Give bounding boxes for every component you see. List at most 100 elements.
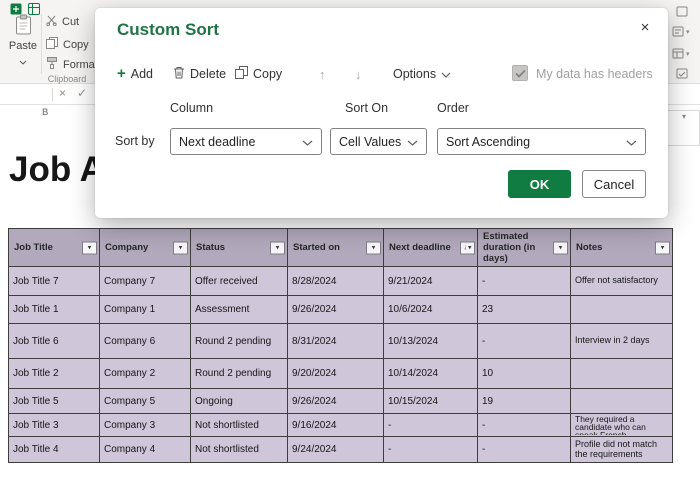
- cell-notes[interactable]: [570, 388, 673, 414]
- cell-estimated-duration[interactable]: -: [477, 266, 571, 296]
- cell-started-on[interactable]: 8/31/2024: [287, 323, 384, 359]
- filter-button[interactable]: ▾: [82, 241, 97, 254]
- cell-status[interactable]: Ongoing: [190, 388, 288, 414]
- cell-notes[interactable]: They required a candidate who can speak …: [570, 413, 673, 437]
- copy-level-button[interactable]: Copy: [235, 65, 282, 83]
- cell-job-title[interactable]: Job Title 2: [8, 358, 100, 389]
- sort-on-dropdown[interactable]: Cell Values: [330, 128, 427, 155]
- cell-notes[interactable]: Profile did not match the requirements: [570, 436, 673, 463]
- cell-notes[interactable]: Offer not satisfactory: [570, 266, 673, 296]
- cell-status[interactable]: Offer received: [190, 266, 288, 296]
- sort-on-label: Sort On: [345, 101, 389, 115]
- cut-button[interactable]: Cut: [46, 15, 79, 29]
- copy-button[interactable]: Copy: [46, 37, 89, 52]
- cell-notes[interactable]: [570, 358, 673, 389]
- column-dropdown[interactable]: Next deadline: [170, 128, 322, 155]
- ribbon-icon[interactable]: [676, 68, 688, 79]
- cell-status[interactable]: Round 2 pending: [190, 323, 288, 359]
- cell-status[interactable]: Not shortlisted: [190, 413, 288, 437]
- options-button[interactable]: Options: [393, 65, 451, 83]
- cell-job-title[interactable]: Job Title 1: [8, 295, 100, 324]
- plus-icon: +: [117, 65, 126, 82]
- format-painter-label: Format: [63, 58, 98, 71]
- cell-estimated-duration[interactable]: -: [477, 323, 571, 359]
- confirm-entry-icon[interactable]: ✓: [77, 86, 87, 100]
- column-header-b[interactable]: B: [42, 107, 48, 118]
- ribbon-icon[interactable]: ▾: [672, 48, 690, 59]
- header-job-title[interactable]: Job Title ▾: [8, 228, 100, 267]
- cell-status[interactable]: Assessment: [190, 295, 288, 324]
- copy-label: Copy: [63, 38, 89, 51]
- header-company[interactable]: Company ▾: [99, 228, 191, 267]
- move-up-button[interactable]: ↑: [319, 65, 326, 83]
- table-row: Job Title 7 Company 7 Offer received 8/2…: [8, 266, 673, 296]
- header-label: Estimated duration (in days): [483, 231, 536, 264]
- format-painter-button[interactable]: Format: [46, 57, 98, 72]
- cell-company[interactable]: Company 1: [99, 295, 191, 324]
- order-dropdown[interactable]: Sort Ascending: [437, 128, 646, 155]
- cell-next-deadline[interactable]: 10/14/2024: [383, 358, 478, 389]
- header-notes[interactable]: Notes ▾: [570, 228, 673, 267]
- cell-started-on[interactable]: 9/24/2024: [287, 436, 384, 463]
- chevron-down-icon: [6, 53, 40, 68]
- cell-job-title[interactable]: Job Title 6: [8, 323, 100, 359]
- cell-job-title[interactable]: Job Title 5: [8, 388, 100, 414]
- cancel-entry-icon[interactable]: ×: [59, 86, 66, 100]
- cell-started-on[interactable]: 8/28/2024: [287, 266, 384, 296]
- cell-estimated-duration[interactable]: 23: [477, 295, 571, 324]
- cell-company[interactable]: Company 7: [99, 266, 191, 296]
- cell-started-on[interactable]: 9/26/2024: [287, 388, 384, 414]
- header-label: Job Title: [14, 242, 53, 253]
- header-next-deadline[interactable]: Next deadline ↓ ▾: [383, 228, 478, 267]
- cell-job-title[interactable]: Job Title 7: [8, 266, 100, 296]
- cell-next-deadline[interactable]: 9/21/2024: [383, 266, 478, 296]
- delete-level-button[interactable]: Delete: [173, 65, 226, 83]
- cell-status[interactable]: Not shortlisted: [190, 436, 288, 463]
- ok-button[interactable]: OK: [508, 170, 571, 198]
- header-label: Started on: [293, 242, 340, 253]
- cell-estimated-duration[interactable]: -: [477, 436, 571, 463]
- cell-started-on[interactable]: 9/16/2024: [287, 413, 384, 437]
- cell-estimated-duration[interactable]: -: [477, 413, 571, 437]
- cell-job-title[interactable]: Job Title 4: [8, 436, 100, 463]
- my-data-has-headers-checkbox[interactable]: [512, 65, 528, 81]
- cell-notes[interactable]: Interview in 2 days: [570, 323, 673, 359]
- cell-started-on[interactable]: 9/20/2024: [287, 358, 384, 389]
- close-button[interactable]: ×: [632, 14, 658, 40]
- filter-button[interactable]: ▾: [173, 241, 188, 254]
- scissors-icon: [46, 15, 57, 29]
- cell-notes[interactable]: [570, 295, 673, 324]
- cell-started-on[interactable]: 9/26/2024: [287, 295, 384, 324]
- cell-company[interactable]: Company 6: [99, 323, 191, 359]
- filter-sorted-button[interactable]: ↓ ▾: [460, 241, 475, 254]
- cancel-button[interactable]: Cancel: [582, 170, 646, 198]
- cell-estimated-duration[interactable]: 19: [477, 388, 571, 414]
- cell-company[interactable]: Company 3: [99, 413, 191, 437]
- filter-button[interactable]: ▾: [655, 241, 670, 254]
- ribbon-icon[interactable]: ▾: [672, 26, 690, 37]
- excel-window: Paste Cut Copy Format Clipboard ▾ ▾ × ✓ …: [0, 0, 700, 492]
- cell-next-deadline[interactable]: 10/6/2024: [383, 295, 478, 324]
- filter-button[interactable]: ▾: [366, 241, 381, 254]
- header-label: Notes: [576, 242, 603, 253]
- header-estimated-duration[interactable]: Estimated duration (in days) ▾: [477, 228, 571, 267]
- cell-next-deadline[interactable]: -: [383, 436, 478, 463]
- add-level-button[interactable]: + Add: [117, 65, 153, 83]
- cell-company[interactable]: Company 5: [99, 388, 191, 414]
- header-status[interactable]: Status ▾: [190, 228, 288, 267]
- move-down-button[interactable]: ↓: [355, 65, 362, 83]
- cell-company[interactable]: Company 4: [99, 436, 191, 463]
- filter-button[interactable]: ▾: [270, 241, 285, 254]
- filter-button[interactable]: ▾: [553, 241, 568, 254]
- ribbon-icon[interactable]: [676, 6, 688, 17]
- cell-company[interactable]: Company 2: [99, 358, 191, 389]
- paste-button[interactable]: Paste: [6, 14, 40, 68]
- cell-job-title[interactable]: Job Title 3: [8, 413, 100, 437]
- header-started-on[interactable]: Started on ▾: [287, 228, 384, 267]
- cell-next-deadline[interactable]: -: [383, 413, 478, 437]
- cell-estimated-duration[interactable]: 10: [477, 358, 571, 389]
- cell-next-deadline[interactable]: 10/15/2024: [383, 388, 478, 414]
- cell-next-deadline[interactable]: 10/13/2024: [383, 323, 478, 359]
- cell-status[interactable]: Round 2 pending: [190, 358, 288, 389]
- sort-by-label: Sort by: [115, 134, 155, 148]
